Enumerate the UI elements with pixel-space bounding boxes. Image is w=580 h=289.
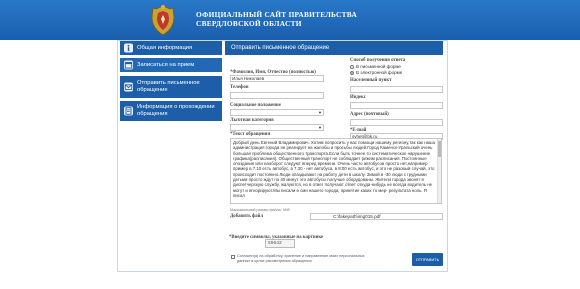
consent-text: Согласен(а) на обработку, хранение и нап…: [237, 254, 365, 263]
textarea-scrollbar[interactable]: [437, 139, 441, 203]
phone-label: Телефон: [230, 85, 249, 90]
phone-input[interactable]: [230, 92, 324, 99]
site-title-line2: СВЕРДЛОВСКОЙ ОБЛАСТИ: [196, 19, 302, 28]
delivery-paper-label: В письменной форме: [356, 64, 401, 69]
address-label: Адрес (почтовый): [350, 112, 389, 117]
social-status-label: Социальное положение: [230, 103, 281, 108]
benefit-category-select[interactable]: ▼: [230, 124, 324, 131]
site-title-line1: ОФИЦИАЛЬНЫЙ САЙТ ПРАВИТЕЛЬСТВА: [196, 10, 358, 19]
delivery-email-label: В электронной форме: [356, 70, 403, 75]
form-title: Отправить письменное обращение: [225, 41, 443, 55]
add-file-label: Добавить файл: [230, 214, 264, 219]
coat-of-arms-icon: [151, 5, 175, 36]
calendar-icon: [124, 60, 133, 70]
delivery-paper-radio[interactable]: В письменной форме: [350, 64, 401, 69]
menu-item-label: Общая информация: [137, 44, 193, 51]
chevron-down-icon: ▼: [318, 125, 322, 130]
radio-button[interactable]: [350, 64, 354, 69]
info-icon: [124, 43, 133, 53]
benefit-category-label: Льготная категория: [230, 118, 274, 123]
site-header: ОФИЦИАЛЬНЫЙ САЙТ ПРАВИТЕЛЬСТВА СВЕРДЛОВС…: [0, 0, 580, 40]
social-status-select[interactable]: ▼: [230, 109, 324, 116]
fio-input[interactable]: Илья Николаев: [230, 75, 324, 82]
delivery-email-radio[interactable]: В электронной форме: [350, 70, 402, 75]
menu-item-label: Информация о прохождении обращения: [137, 104, 215, 117]
menu-item-general-info[interactable]: Общая информация: [120, 41, 222, 55]
consent-checkbox[interactable]: [231, 255, 235, 259]
scrollbar-thumb[interactable]: [438, 141, 441, 157]
page: ОФИЦИАЛЬНЫЙ САЙТ ПРАВИТЕЛЬСТВА СВЕРДЛОВС…: [0, 0, 580, 289]
captcha-input[interactable]: 59642: [265, 239, 295, 248]
file-input[interactable]: C:\fakepath\img015.pdf: [310, 213, 443, 220]
menu-item-label: Отправить письменное обращение: [137, 80, 200, 93]
address-input[interactable]: [350, 119, 443, 126]
submit-button[interactable]: ОТПРАВИТЬ: [412, 253, 443, 266]
index-input[interactable]: [350, 102, 443, 109]
delivery-method-label: Способ получения ответа: [350, 58, 406, 63]
letter-icon: [124, 82, 133, 92]
menu-item-written-appeal[interactable]: Отправить письменное обращение: [120, 76, 222, 98]
document-icon: [124, 106, 133, 116]
appeal-textarea[interactable]: Добрый день Евгений Владимирович. Хотим …: [230, 138, 442, 204]
menu-item-label: Записаться на прием: [137, 61, 195, 68]
appeal-text-label: *Текст обращения: [230, 132, 271, 137]
menu-item-appointment[interactable]: Записаться на прием: [120, 58, 222, 72]
menu-item-appeal-status[interactable]: Информация о прохождении обращения: [120, 101, 222, 121]
index-label: Индекс: [350, 95, 366, 100]
file-path: C:\fakepath\img015.pdf: [333, 214, 381, 219]
site-title[interactable]: ОФИЦИАЛЬНЫЙ САЙТ ПРАВИТЕЛЬСТВА СВЕРДЛОВС…: [196, 10, 357, 28]
locality-label: Населенный пункт: [350, 78, 392, 83]
locality-input[interactable]: [350, 86, 443, 93]
chevron-down-icon: ▼: [318, 110, 322, 115]
file-size-note: Максимальный размер файла: 5Мб: [230, 208, 290, 212]
consent-checkbox-row[interactable]: Согласен(а) на обработку, хранение и нап…: [231, 254, 367, 263]
radio-button-selected[interactable]: [350, 70, 354, 75]
appeal-text: Добрый день Евгений Владимирович. Хотим …: [233, 140, 435, 198]
